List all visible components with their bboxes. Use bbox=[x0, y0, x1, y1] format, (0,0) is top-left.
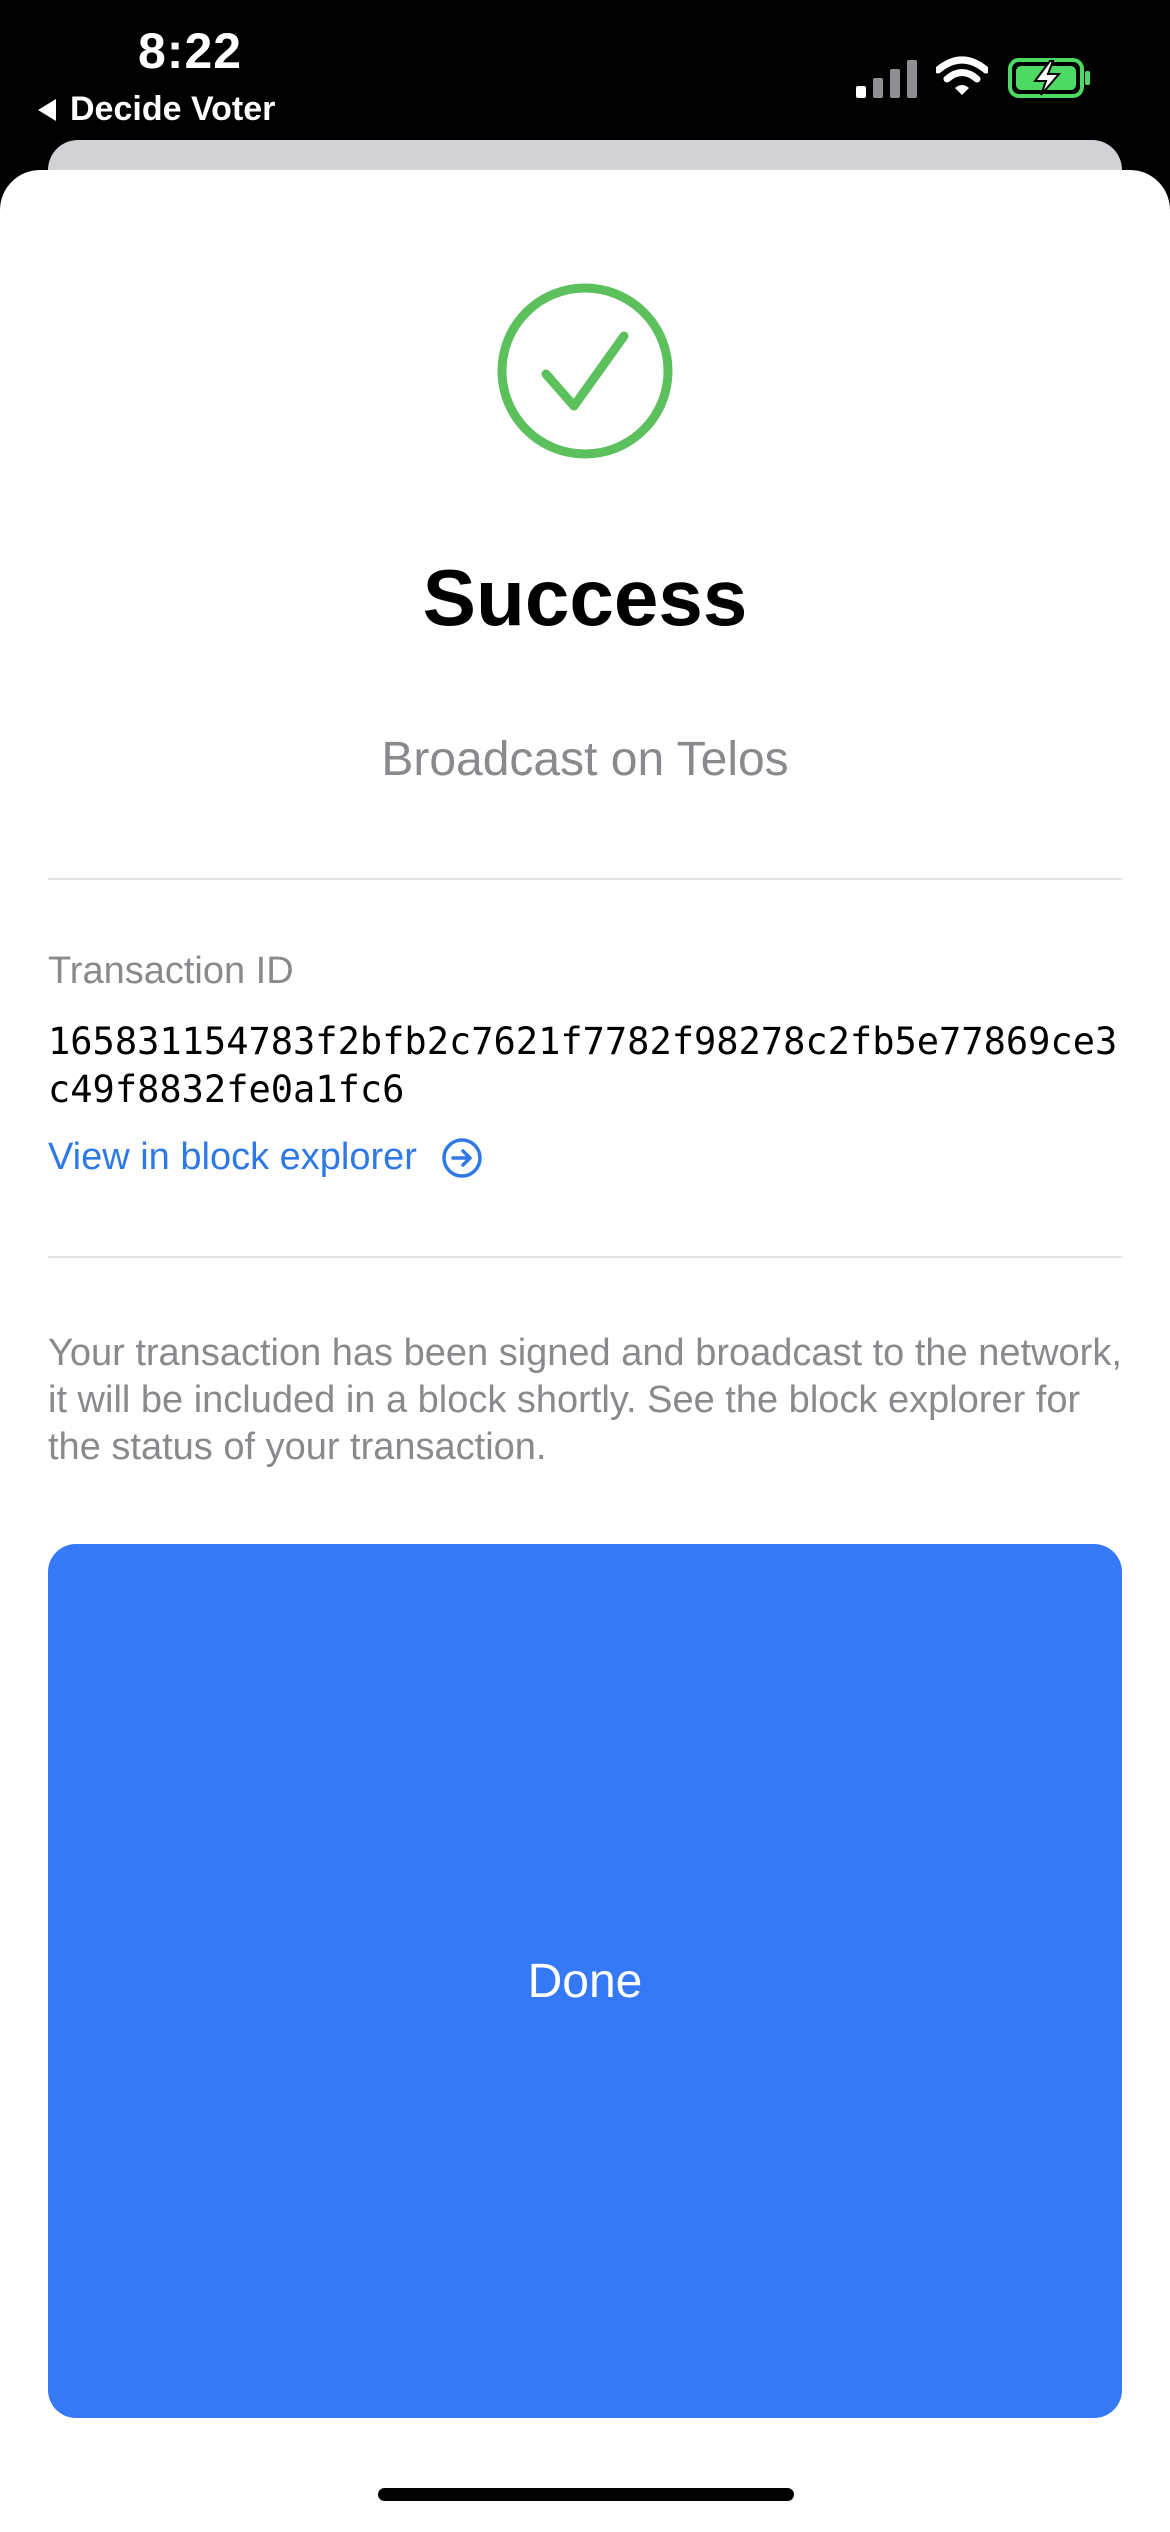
battery-charging-icon bbox=[1008, 58, 1090, 98]
done-button[interactable]: Done bbox=[48, 1544, 1122, 2418]
checkmark-circle-icon bbox=[497, 283, 673, 459]
explorer-link-label: View in block explorer bbox=[48, 1136, 417, 1178]
transaction-id-value: 165831154783f2bfb2c7621f7782f98278c2fb5e… bbox=[48, 1020, 1118, 1111]
divider-bottom bbox=[48, 1256, 1122, 1258]
page-title: Success bbox=[422, 553, 748, 642]
subtitle: Broadcast on Telos bbox=[381, 733, 789, 786]
view-in-block-explorer-link[interactable]: View in block explorer bbox=[48, 1136, 483, 1179]
wifi-icon bbox=[936, 56, 988, 95]
arrow-right-circle-icon bbox=[442, 1137, 482, 1178]
back-arrow-icon bbox=[38, 98, 56, 121]
info-text: Your transaction has been signed and bro… bbox=[48, 1332, 1122, 1468]
divider-top bbox=[48, 878, 1122, 880]
home-indicator bbox=[378, 2488, 794, 2501]
transaction-id-label: Transaction ID bbox=[48, 950, 294, 992]
cellular-signal-icon bbox=[856, 60, 917, 98]
back-app-label: Decide Voter bbox=[70, 90, 276, 128]
status-time: 8:22 bbox=[138, 23, 243, 79]
back-to-app-button[interactable]: Decide Voter bbox=[38, 90, 275, 129]
status-bar: 8:22 Decide Voter bbox=[0, 0, 1170, 140]
